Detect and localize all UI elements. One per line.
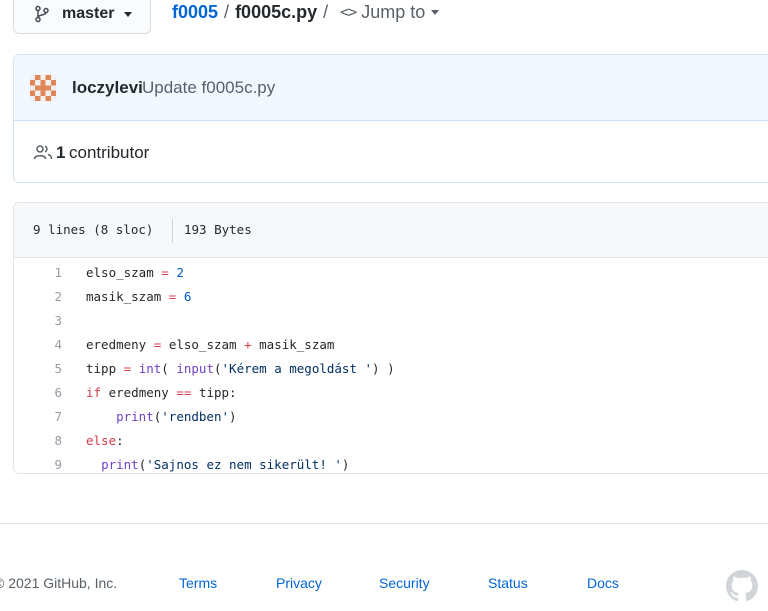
line-number[interactable]: 4 (14, 333, 62, 357)
code-line: 6 if eredmeny == tipp: (14, 381, 768, 405)
line-number[interactable]: 7 (14, 405, 62, 429)
line-content: print('Sajnos ez nem sikerült! ') (101, 457, 350, 472)
breadcrumb: f0005 / f0005c.py / <> Jump to (172, 0, 440, 24)
footer-divider (0, 523, 768, 524)
identicon-avatar[interactable] (30, 75, 56, 101)
footer-link-terms[interactable]: Terms (179, 575, 217, 591)
breadcrumb-repo-link[interactable]: f0005 (172, 2, 218, 23)
code-line: 7 print('rendben') (14, 405, 768, 429)
code-line: 2 masik_szam = 6 (14, 285, 768, 309)
line-content: print('rendben') (116, 409, 237, 424)
header-divider (172, 219, 173, 243)
line-number[interactable]: 2 (14, 285, 62, 309)
code-line: 9 print('Sajnos ez nem sikerült! ') (14, 453, 768, 473)
branch-select-button[interactable]: master (13, 0, 151, 34)
contributor-count: 1 (56, 143, 66, 162)
file-line-count: 9 lines (8 sloc) (33, 222, 154, 237)
code-listing: 1 elso_szam = 2 2 masik_szam = 6 3 4 eredmeny … (14, 258, 768, 473)
jump-to-label: Jump to (361, 1, 426, 22)
commit-message-link[interactable]: Update f0005c.py (142, 78, 275, 98)
footer-link-security[interactable]: Security (379, 575, 430, 591)
contributors-row[interactable]: 1 contributor (14, 121, 768, 182)
code-line: 1 elso_szam = 2 (14, 261, 768, 285)
code-line: 5 tipp = int( input('Kérem a megoldást ')… (14, 357, 768, 381)
chevron-down-icon (124, 11, 133, 17)
code-icon: <> (340, 3, 357, 21)
branch-label: master (62, 5, 115, 22)
line-content: else: (86, 433, 124, 448)
code-line: 4 eredmeny = elso_szam + masik_szam (14, 333, 768, 357)
footer-link-docs[interactable]: Docs (587, 575, 619, 591)
commit-row: loczylevi Update f0005c.py (14, 55, 768, 121)
line-content: if eredmeny == tipp: (86, 385, 237, 400)
breadcrumb-separator: / (323, 1, 329, 22)
line-content: tipp = int( input('Kérem a megoldást ') … (86, 361, 395, 376)
line-number[interactable]: 1 (14, 261, 62, 285)
chevron-down-icon (431, 9, 440, 15)
line-content: masik_szam = 6 (86, 289, 192, 304)
code-line: 3 (14, 309, 768, 333)
commit-author-link[interactable]: loczylevi (72, 78, 143, 98)
line-number[interactable]: 9 (14, 453, 62, 473)
file-header: 9 lines (8 sloc) 193 Bytes (14, 203, 768, 258)
line-content (62, 309, 86, 333)
footer-copyright: © 2021 GitHub, Inc. (0, 575, 118, 591)
git-branch-icon (35, 5, 49, 23)
breadcrumb-file-name: f0005c.py (235, 1, 318, 22)
jump-to-button[interactable]: <> Jump to (340, 1, 440, 23)
line-number[interactable]: 6 (14, 381, 62, 405)
footer-link-privacy[interactable]: Privacy (276, 575, 322, 591)
file-size: 193 Bytes (184, 222, 252, 237)
line-number[interactable]: 3 (14, 309, 62, 333)
github-mark-icon[interactable] (726, 570, 758, 602)
footer-link-status[interactable]: Status (488, 575, 528, 591)
line-content: elso_szam = 2 (86, 265, 184, 280)
latest-commit-box: loczylevi Update f0005c.py 1 contributor (13, 54, 768, 183)
breadcrumb-separator: / (224, 1, 230, 22)
line-content: eredmeny = elso_szam + masik_szam (86, 337, 335, 352)
people-icon (33, 145, 53, 160)
file-viewer: 9 lines (8 sloc) 193 Bytes 1 elso_szam = … (13, 202, 768, 474)
contributor-label: contributor (69, 143, 150, 162)
line-number[interactable]: 8 (14, 429, 62, 453)
code-line: 8 else: (14, 429, 768, 453)
line-number[interactable]: 5 (14, 357, 62, 381)
